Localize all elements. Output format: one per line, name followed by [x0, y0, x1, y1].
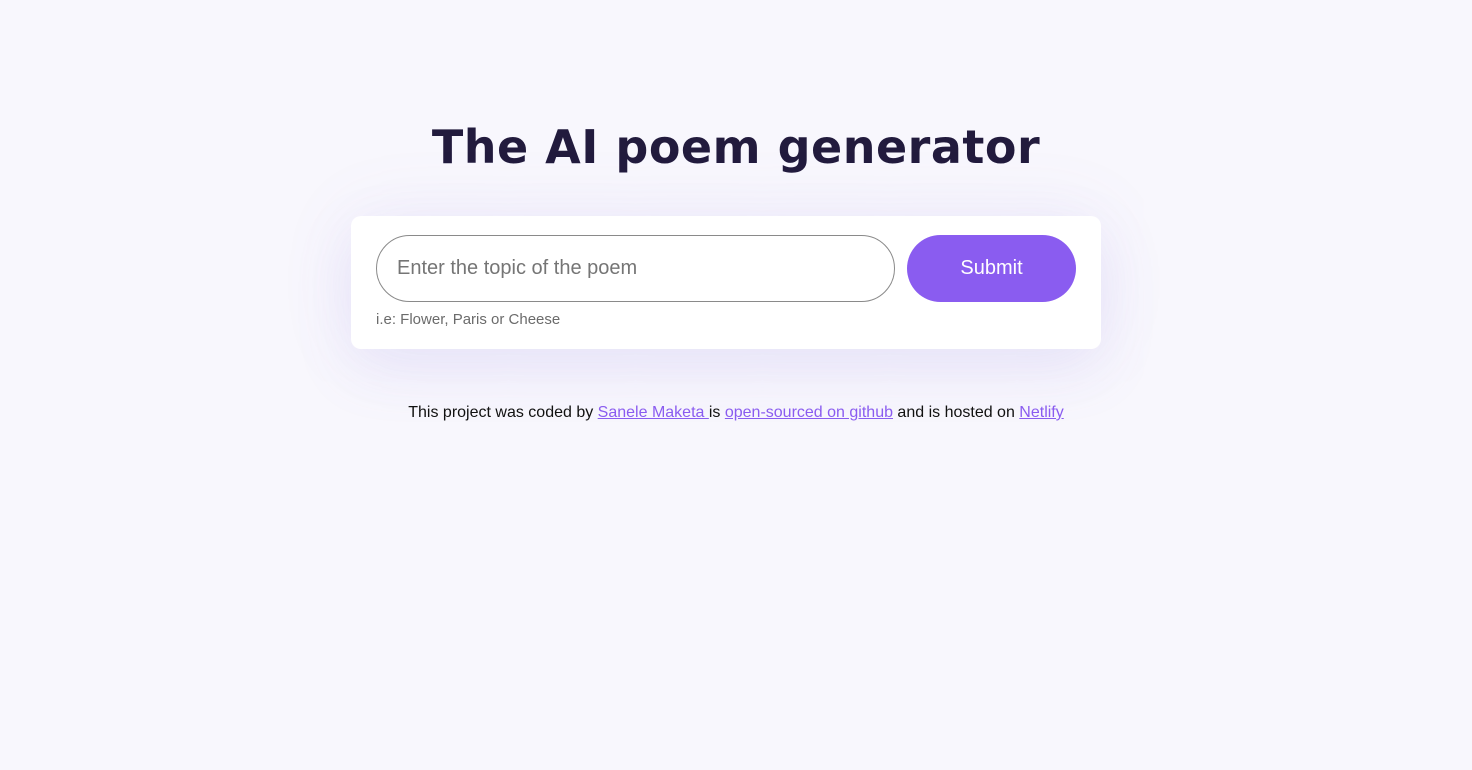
github-link[interactable]: open-sourced on github: [725, 404, 893, 421]
poem-form-card: Submit i.e: Flower, Paris or Cheese: [351, 216, 1101, 349]
page-title: The AI poem generator: [431, 120, 1041, 174]
input-hint: i.e: Flower, Paris or Cheese: [376, 311, 561, 328]
topic-input[interactable]: [376, 235, 895, 302]
footer-text-is: is: [708, 404, 725, 421]
netlify-link[interactable]: Netlify: [1019, 404, 1063, 421]
footer-text-coded-by: This project was coded by: [408, 404, 598, 421]
author-link[interactable]: Sanele Maketa: [598, 404, 709, 421]
footer-text-hosted: and is hosted on: [892, 404, 1020, 421]
page: The AI poem generator Submit i.e: Flower…: [0, 0, 1472, 770]
submit-button[interactable]: Submit: [907, 235, 1076, 302]
footer: This project was coded by Sanele Maketa …: [0, 403, 1472, 423]
